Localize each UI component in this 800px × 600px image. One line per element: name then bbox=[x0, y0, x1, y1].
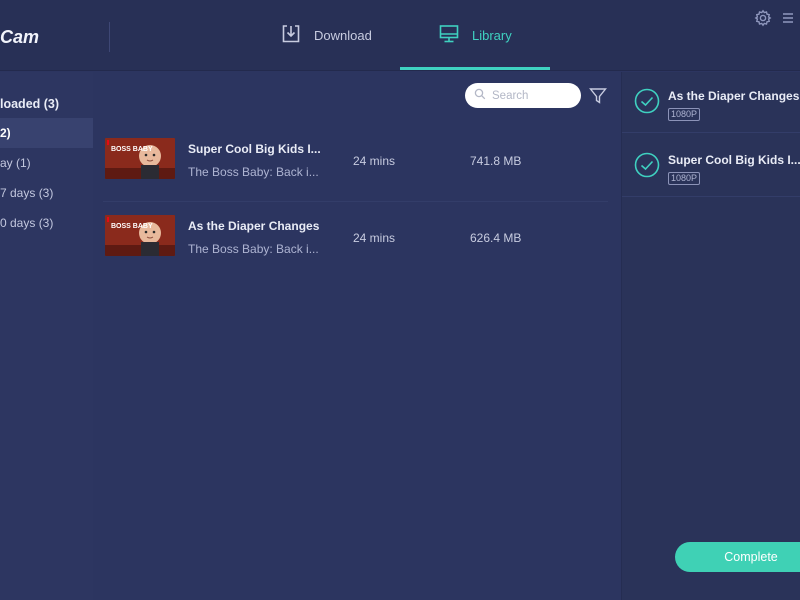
thumbnail-logo-text: BOSS BABY bbox=[111, 223, 153, 230]
quality-badge: 1080P bbox=[668, 172, 701, 185]
quality-badge: 1080P bbox=[668, 108, 701, 121]
search-icon bbox=[474, 87, 486, 105]
tab-download[interactable]: Download bbox=[280, 0, 372, 71]
library-list: BOSS BABY Super Cool Big Kids I... The B… bbox=[93, 72, 620, 600]
gear-icon[interactable] bbox=[754, 9, 772, 27]
download-queue-panel: As the Diaper Changes 1080P Super Cool B… bbox=[621, 72, 800, 600]
thumbnail-logo-text: BOSS BABY bbox=[111, 146, 153, 153]
active-tab-indicator bbox=[400, 67, 550, 70]
sidebar-item-today[interactable]: ay (1) bbox=[0, 149, 93, 177]
sidebar-item-last-30-days[interactable]: 0 days (3) bbox=[0, 209, 93, 237]
queue-divider bbox=[622, 196, 800, 197]
sidebar-item-downloaded[interactable]: loaded (3) bbox=[0, 90, 93, 118]
check-circle-icon bbox=[634, 88, 660, 114]
download-tray-icon bbox=[280, 23, 302, 48]
check-circle-icon bbox=[634, 152, 660, 178]
video-thumbnail: BOSS BABY bbox=[105, 215, 175, 256]
sidebar-item-label: 2) bbox=[0, 126, 11, 140]
list-item[interactable]: BOSS BABY As the Diaper Changes The Boss… bbox=[103, 207, 615, 267]
monitor-icon bbox=[438, 23, 460, 48]
brand-divider bbox=[109, 22, 110, 52]
video-thumbnail: BOSS BABY bbox=[105, 138, 175, 179]
video-title: Super Cool Big Kids I... bbox=[188, 142, 321, 156]
sidebar-item-label: 0 days (3) bbox=[0, 216, 54, 230]
video-title: As the Diaper Changes bbox=[188, 219, 320, 233]
queue-item-title: Super Cool Big Kids I... bbox=[668, 153, 800, 167]
app-brand: Cam bbox=[0, 27, 40, 47]
video-file-size: 626.4 MB bbox=[470, 231, 522, 245]
sidebar: loaded (3) 2) ay (1) 7 days (3) 0 days (… bbox=[0, 72, 93, 600]
video-duration: 24 mins bbox=[353, 154, 396, 168]
sidebar-item-last-7-days[interactable]: 7 days (3) bbox=[0, 179, 93, 207]
search-input[interactable] bbox=[492, 89, 572, 102]
top-bar: Cam Download Library bbox=[0, 0, 800, 71]
sidebar-item-selected[interactable]: 2) bbox=[0, 118, 93, 148]
queue-item[interactable]: As the Diaper Changes 1080P bbox=[634, 88, 800, 148]
row-divider bbox=[103, 201, 608, 202]
hamburger-menu-icon[interactable] bbox=[781, 9, 799, 27]
filter-funnel-icon[interactable] bbox=[589, 87, 607, 105]
list-item[interactable]: BOSS BABY Super Cool Big Kids I... The B… bbox=[103, 130, 615, 190]
sidebar-item-label: 7 days (3) bbox=[0, 186, 54, 200]
video-series: The Boss Baby: Back i... bbox=[188, 165, 319, 179]
tab-download-label: Download bbox=[314, 28, 372, 43]
video-series: The Boss Baby: Back i... bbox=[188, 242, 319, 256]
tab-library-label: Library bbox=[472, 28, 512, 43]
sidebar-item-label: loaded (3) bbox=[0, 97, 60, 111]
search-box[interactable] bbox=[465, 83, 581, 108]
queue-item[interactable]: Super Cool Big Kids I... 1080P bbox=[634, 152, 800, 212]
tab-library[interactable]: Library bbox=[438, 0, 512, 71]
queue-item-title: As the Diaper Changes bbox=[668, 89, 800, 103]
sidebar-item-label: ay (1) bbox=[0, 156, 31, 170]
queue-divider bbox=[622, 132, 800, 133]
video-file-size: 741.8 MB bbox=[470, 154, 522, 168]
complete-button[interactable]: Complete bbox=[675, 542, 800, 572]
video-duration: 24 mins bbox=[353, 231, 396, 245]
